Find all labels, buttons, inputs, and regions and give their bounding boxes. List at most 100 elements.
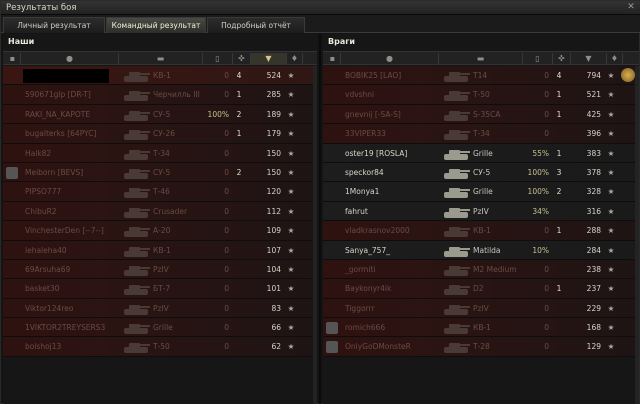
experience-value: 794 [586,71,601,80]
vehicle-column-icon[interactable]: ▬ [439,53,523,64]
player-row[interactable]: romich666 КВ-1 0 168 ★ [323,318,639,338]
player-row[interactable]: _gormiti M2 Medium 0 238 ★ [323,259,639,280]
player-row[interactable]: Halk82 Т-34 0 150 ★ [3,143,317,163]
player-row[interactable]: VinchesterDen [--7--] А-20 0 109 ★ [3,221,317,241]
star-icon: ★ [287,342,295,352]
player-row[interactable]: Sanya_757_ Matilda 10% 284 ★ [323,240,639,260]
player-row[interactable]: КВ-1 0 4 524 ★ [3,66,317,86]
tank-icon [121,242,151,260]
player-row[interactable]: 1VIKTOR2TREYSERS3 Grille 0 66 ★ [3,318,317,338]
player-row[interactable]: 33VIPER33 Т-34 0 396 ★ [323,124,639,144]
clan-column-icon[interactable]: ▪ [325,53,341,64]
vehicle-column-icon[interactable]: ▬ [119,53,203,64]
star-icon: ★ [287,245,295,255]
clan-column-icon[interactable]: ▪ [5,53,21,64]
tank-icon [121,280,151,298]
player-row[interactable]: Baykonyr4ik D2 0 1 237 ★ [323,279,639,299]
player-row[interactable]: basket30 БТ-7 0 101 ★ [3,279,317,299]
experience-value: 120 [266,187,281,197]
tank-icon [121,125,151,143]
kills-value [549,337,569,356]
kills-value [549,241,569,260]
tank-icon [441,106,471,124]
player-name: speckor84 [345,167,384,177]
kills-column-icon[interactable]: ✜ [553,53,571,64]
battle-results-window: Результаты боя ✕ Личный результат Команд… [0,0,640,404]
tank-icon [441,338,471,356]
player-column-icon[interactable]: ● [341,53,439,64]
player-row[interactable]: 69Arsuha69 PzIV 0 104 ★ [3,259,317,280]
player-name: vladkrasnov2000 [345,226,410,236]
player-name: 33VIPER33 [345,129,386,139]
star-icon: ★ [607,109,615,119]
player-name: 69Arsuha69 [25,264,71,274]
kills-column-icon[interactable]: ✜ [233,53,251,64]
damage-column-icon[interactable]: ▯ [203,53,233,64]
star-icon: ★ [607,303,615,313]
enemies-title: Враги [328,37,356,46]
kills-value [229,221,249,240]
player-row[interactable]: RAKI_NA_KAPOTE СУ-5 100% 2 189 ★ [3,104,317,125]
kills-value: 1 [236,90,242,100]
experience-value: 378 [586,167,601,177]
player-row[interactable]: speckor84 СУ-5 100% 3 378 ★ [323,162,639,183]
player-row[interactable]: BOBIK25 [LAO] T14 0 4 794 ★ [323,66,639,86]
damage-value: 0 [224,323,229,333]
experience-value: 150 [266,167,281,177]
player-row[interactable]: 1Monya1 Grille 100% 2 328 ★ [323,182,639,202]
player-name: Meiborn [BEVS] [25,167,84,177]
tab-team[interactable]: Командный результат [106,17,206,33]
allies-scrollbar[interactable] [313,66,317,404]
medal-column-icon[interactable]: ♦ [607,53,623,64]
medal-column-icon[interactable]: ♦ [287,53,303,64]
close-icon[interactable]: ✕ [626,2,636,13]
tank-icon [441,319,471,337]
kills-value: 4 [556,71,562,80]
tab-detailed[interactable]: Подробный отчёт [207,17,305,33]
experience-value: 129 [586,342,601,352]
star-icon: ★ [607,90,615,100]
damage-value: 0 [224,284,229,294]
tab-personal[interactable]: Личный результат [3,17,105,33]
star-icon: ★ [287,226,295,236]
player-row[interactable]: lehaleha40 КВ-1 0 107 ★ [3,240,317,260]
player-row[interactable]: oster19 [ROSLA] Grille 55% 1 383 ★ [323,143,639,163]
damage-value: 0 [224,245,229,255]
star-icon: ★ [607,264,615,274]
player-row[interactable]: ChibuR2 Crusader 0 112 ★ [3,201,317,222]
kills-value: 1 [556,284,562,294]
player-name: _gormiti [345,264,376,274]
tank-icon [441,67,471,85]
experience-value: 383 [586,148,601,158]
player-column-icon[interactable]: ● [21,53,119,64]
exp-column-sort-icon[interactable]: ▼ [251,53,287,64]
player-row[interactable]: vladkrasnov2000 КВ-1 0 1 288 ★ [323,221,639,241]
damage-value: 100% [527,167,549,177]
player-row[interactable]: PIPSO777 Т-46 0 120 ★ [3,182,317,202]
player-row[interactable]: 590671glp [DR-T] Черчилль III 0 1 285 ★ [3,85,317,105]
player-row[interactable]: Tiggorrr PzIV 0 229 ★ [323,298,639,319]
player-row[interactable]: vdvshni Т-50 0 1 521 ★ [323,85,639,105]
player-row[interactable]: Meiborn [BEVS] СУ-5 0 2 150 ★ [3,162,317,183]
star-icon: ★ [607,148,615,158]
damage-column-icon[interactable]: ▯ [523,53,553,64]
player-row[interactable]: Viktor124reo PzIV 0 83 ★ [3,298,317,319]
star-icon: ★ [287,109,295,119]
exp-column-icon[interactable]: ▼ [571,53,607,64]
experience-value: 425 [586,109,601,119]
star-icon: ★ [287,323,295,333]
tank-icon [441,164,471,182]
enemies-scrollbar[interactable] [635,66,639,404]
kills-value [229,144,249,163]
kills-value: 2 [236,109,242,119]
player-row[interactable]: OnlyGoDMonsteR Т-28 0 129 ★ [323,337,639,357]
tank-icon [441,242,471,260]
player-name: lehaleha40 [25,245,67,255]
player-row[interactable]: bugalterks [64PYC] СУ-26 0 1 179 ★ [3,124,317,144]
star-icon: ★ [607,284,615,294]
player-row[interactable]: fahrut PzIV 34% 316 ★ [323,201,639,222]
kills-value: 1 [556,226,562,236]
player-row[interactable]: bolshoj13 Т-50 0 62 ★ [3,337,317,357]
experience-value: 179 [266,129,281,139]
player-row[interactable]: gnevnij [-SA-S] S-35CA 0 1 425 ★ [323,104,639,125]
